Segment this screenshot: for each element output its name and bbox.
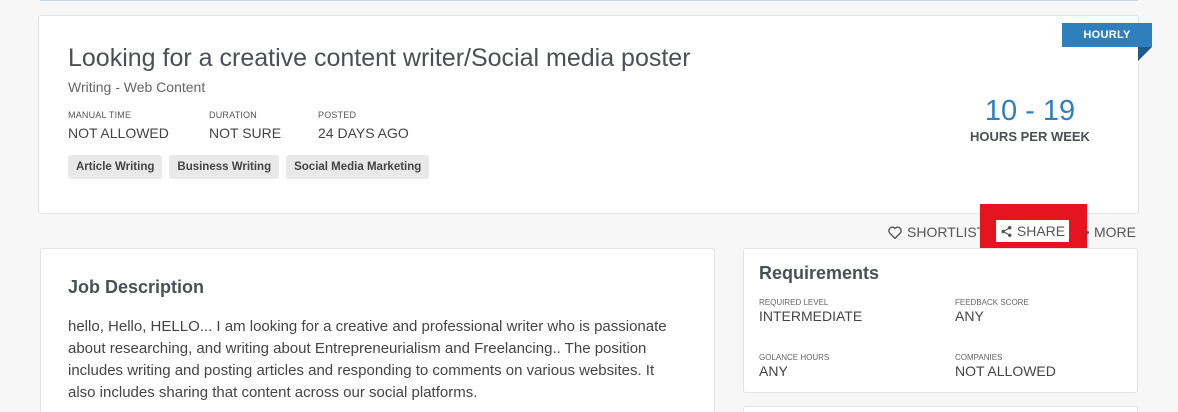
meta-value: NOT ALLOWED: [68, 125, 169, 141]
req-value: ANY: [955, 308, 984, 324]
hours-unit: HOURS PER WEEK: [970, 129, 1090, 144]
tag-article-writing[interactable]: Article Writing: [68, 155, 163, 179]
hours-per-week: 10 - 19 HOURS PER WEEK: [968, 95, 1092, 144]
meta-label: DURATION: [209, 110, 257, 120]
meta-posted: POSTED 24 DAYS AGO: [318, 110, 409, 141]
hourly-badge: HOURLY: [1062, 23, 1152, 47]
more-button[interactable]: MORE: [1086, 222, 1136, 242]
shortlist-button[interactable]: SHORTLIST: [888, 222, 985, 242]
meta-duration: DURATION NOT SURE: [209, 110, 281, 141]
requirements-title: Requirements: [759, 263, 880, 283]
req-companies: COMPANIES NOT ALLOWED: [955, 353, 1056, 379]
req-label: GOLANCE HOURS: [759, 353, 830, 362]
req-feedback-score: FEEDBACK SCORE ANY: [955, 298, 1029, 324]
next-card: [743, 406, 1138, 412]
req-label: COMPANIES: [955, 353, 1003, 362]
share-button[interactable]: SHARE: [996, 220, 1069, 242]
job-description-card: Job Description hello, Hello, HELLO... I…: [40, 248, 715, 412]
meta-value: NOT SURE: [209, 125, 282, 141]
requirements-card: Requirements REQUIRED LEVEL INTERMEDIATE…: [743, 248, 1138, 393]
meta-value: 24 DAYS AGO: [318, 125, 409, 141]
meta-label: POSTED: [318, 110, 357, 120]
req-value: INTERMEDIATE: [759, 308, 863, 324]
job-title[interactable]: Looking for a creative content writer/So…: [68, 44, 691, 73]
meta-label: MANUAL TIME: [68, 110, 132, 120]
job-header-card: Looking for a creative content writer/So…: [38, 15, 1139, 214]
more-label: MORE: [1094, 224, 1136, 240]
req-label: FEEDBACK SCORE: [955, 298, 1029, 307]
req-label: REQUIRED LEVEL: [759, 298, 829, 307]
tag-business-writing[interactable]: Business Writing: [169, 155, 280, 179]
heart-icon: [888, 226, 902, 239]
dots-icon: [1086, 230, 1089, 234]
description-title: Job Description: [68, 277, 205, 297]
req-required-level: REQUIRED LEVEL INTERMEDIATE: [759, 298, 862, 324]
req-value: ANY: [759, 363, 788, 379]
req-golance-hours: GOLANCE HOURS ANY: [759, 353, 829, 379]
job-category[interactable]: Writing - Web Content: [68, 79, 205, 95]
hours-range: 10 - 19: [984, 95, 1076, 127]
meta-manual-time: MANUAL TIME NOT ALLOWED: [68, 110, 169, 141]
tag-social-media-marketing[interactable]: Social Media Marketing: [286, 155, 430, 179]
share-label: SHARE: [1016, 223, 1066, 239]
skill-tags: Article Writing Business Writing Social …: [68, 155, 430, 179]
req-value: NOT ALLOWED: [955, 363, 1056, 379]
share-icon: [1001, 225, 1012, 237]
top-divider: [40, 0, 1138, 1]
shortlist-label: SHORTLIST: [907, 224, 986, 240]
description-text: hello, Hello, HELLO... I am looking for …: [68, 318, 667, 401]
badge-fold: [1138, 47, 1152, 61]
